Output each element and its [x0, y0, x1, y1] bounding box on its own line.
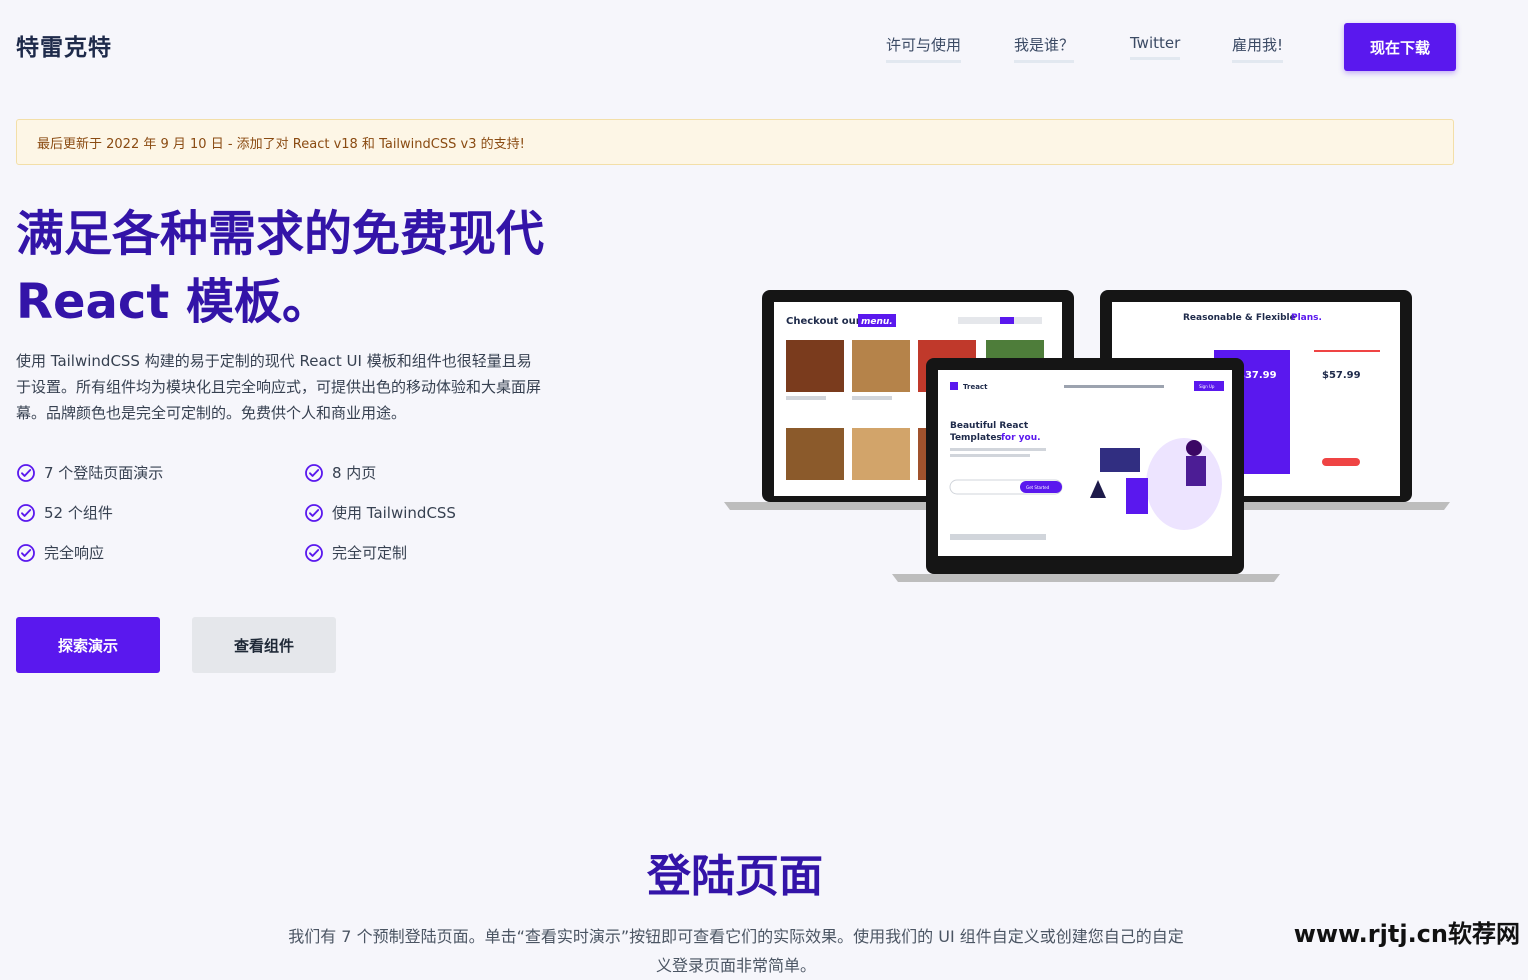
- hero-title: 满足各种需求的免费现代 React 模板。: [16, 200, 636, 336]
- update-notice: 最后更新于 2022 年 9 月 10 日 - 添加了对 React v18 和…: [16, 119, 1454, 165]
- feature-label: 52 个组件: [44, 504, 113, 522]
- plans-mockup-title: Reasonable & Flexible: [1183, 313, 1296, 323]
- landing-pages-title: 登陆页面: [647, 851, 823, 902]
- front-mockup-heading-highlight: for you.: [1001, 433, 1041, 443]
- menu-mockup-highlight: menu.: [861, 317, 893, 327]
- feature-label: 7 个登陆页面演示: [44, 464, 164, 482]
- feature-item: 52 个组件: [16, 502, 113, 523]
- nav-link-hire[interactable]: 雇用我!: [1232, 34, 1284, 63]
- hero-description: 使用 TailwindCSS 构建的易于定制的现代 React UI 模板和组件…: [16, 352, 542, 422]
- nav-link-twitter[interactable]: Twitter: [1130, 34, 1181, 60]
- download-button[interactable]: 现在下载: [1344, 23, 1456, 71]
- view-components-button[interactable]: 查看组件: [192, 617, 336, 673]
- check-circle-icon: [17, 463, 35, 482]
- plans-mockup-highlight: Plans.: [1291, 313, 1322, 323]
- check-circle-icon: [17, 503, 35, 522]
- hero-title-line1: 满足各种需求的免费现代: [16, 206, 545, 262]
- front-mockup-logo: Treact: [963, 383, 988, 391]
- plan-price-2: $57.99: [1322, 370, 1361, 381]
- menu-mockup-title: Checkout our: [786, 316, 861, 327]
- front-mockup-heading-1: Beautiful React: [950, 421, 1029, 431]
- front-mockup-cta: Get Started: [1026, 485, 1050, 490]
- landing-pages-description: 我们有 7 个预制登陆页面。单击“查看实时演示”按钮即可查看它们的实际效果。使用…: [288, 927, 1184, 975]
- check-circle-icon: [305, 503, 323, 522]
- check-circle-icon: [17, 543, 35, 562]
- front-mockup-heading-2: Templates: [950, 433, 1002, 443]
- feature-label: 8 内页: [332, 464, 377, 482]
- check-circle-icon: [305, 463, 323, 482]
- explore-demos-button[interactable]: 探索演示: [16, 617, 160, 673]
- nav-link-about[interactable]: 我是谁？: [1014, 34, 1075, 63]
- site-watermark: www.rjtj.cn软荐网: [1293, 920, 1520, 948]
- front-mockup-nav-button: Sign Up: [1199, 384, 1215, 389]
- feature-label: 使用 TailwindCSS: [332, 504, 456, 522]
- feature-item: 7 个登陆页面演示: [16, 462, 163, 483]
- update-notice-text: 最后更新于 2022 年 9 月 10 日 - 添加了对 React v18 和…: [37, 136, 525, 152]
- feature-item: 8 内页: [304, 462, 376, 483]
- laptop-front: Treact Sign Up Beautiful React Templates…: [892, 358, 1280, 582]
- feature-item: 完全响应: [16, 542, 104, 563]
- brand-logo[interactable]: 特雷克特: [16, 28, 112, 62]
- feature-label: 完全可定制: [332, 544, 408, 562]
- laptop-mockups-image: Checkout our menu. Reasonable & Flexible…: [724, 290, 1450, 582]
- feature-label: 完全响应: [44, 544, 105, 562]
- feature-item: 完全可定制: [304, 542, 407, 563]
- nav-link-license[interactable]: 许可与使用: [886, 34, 962, 63]
- check-circle-icon: [305, 543, 323, 562]
- hero-title-line2: React 模板。: [16, 274, 331, 330]
- feature-item: 使用 TailwindCSS: [304, 502, 456, 523]
